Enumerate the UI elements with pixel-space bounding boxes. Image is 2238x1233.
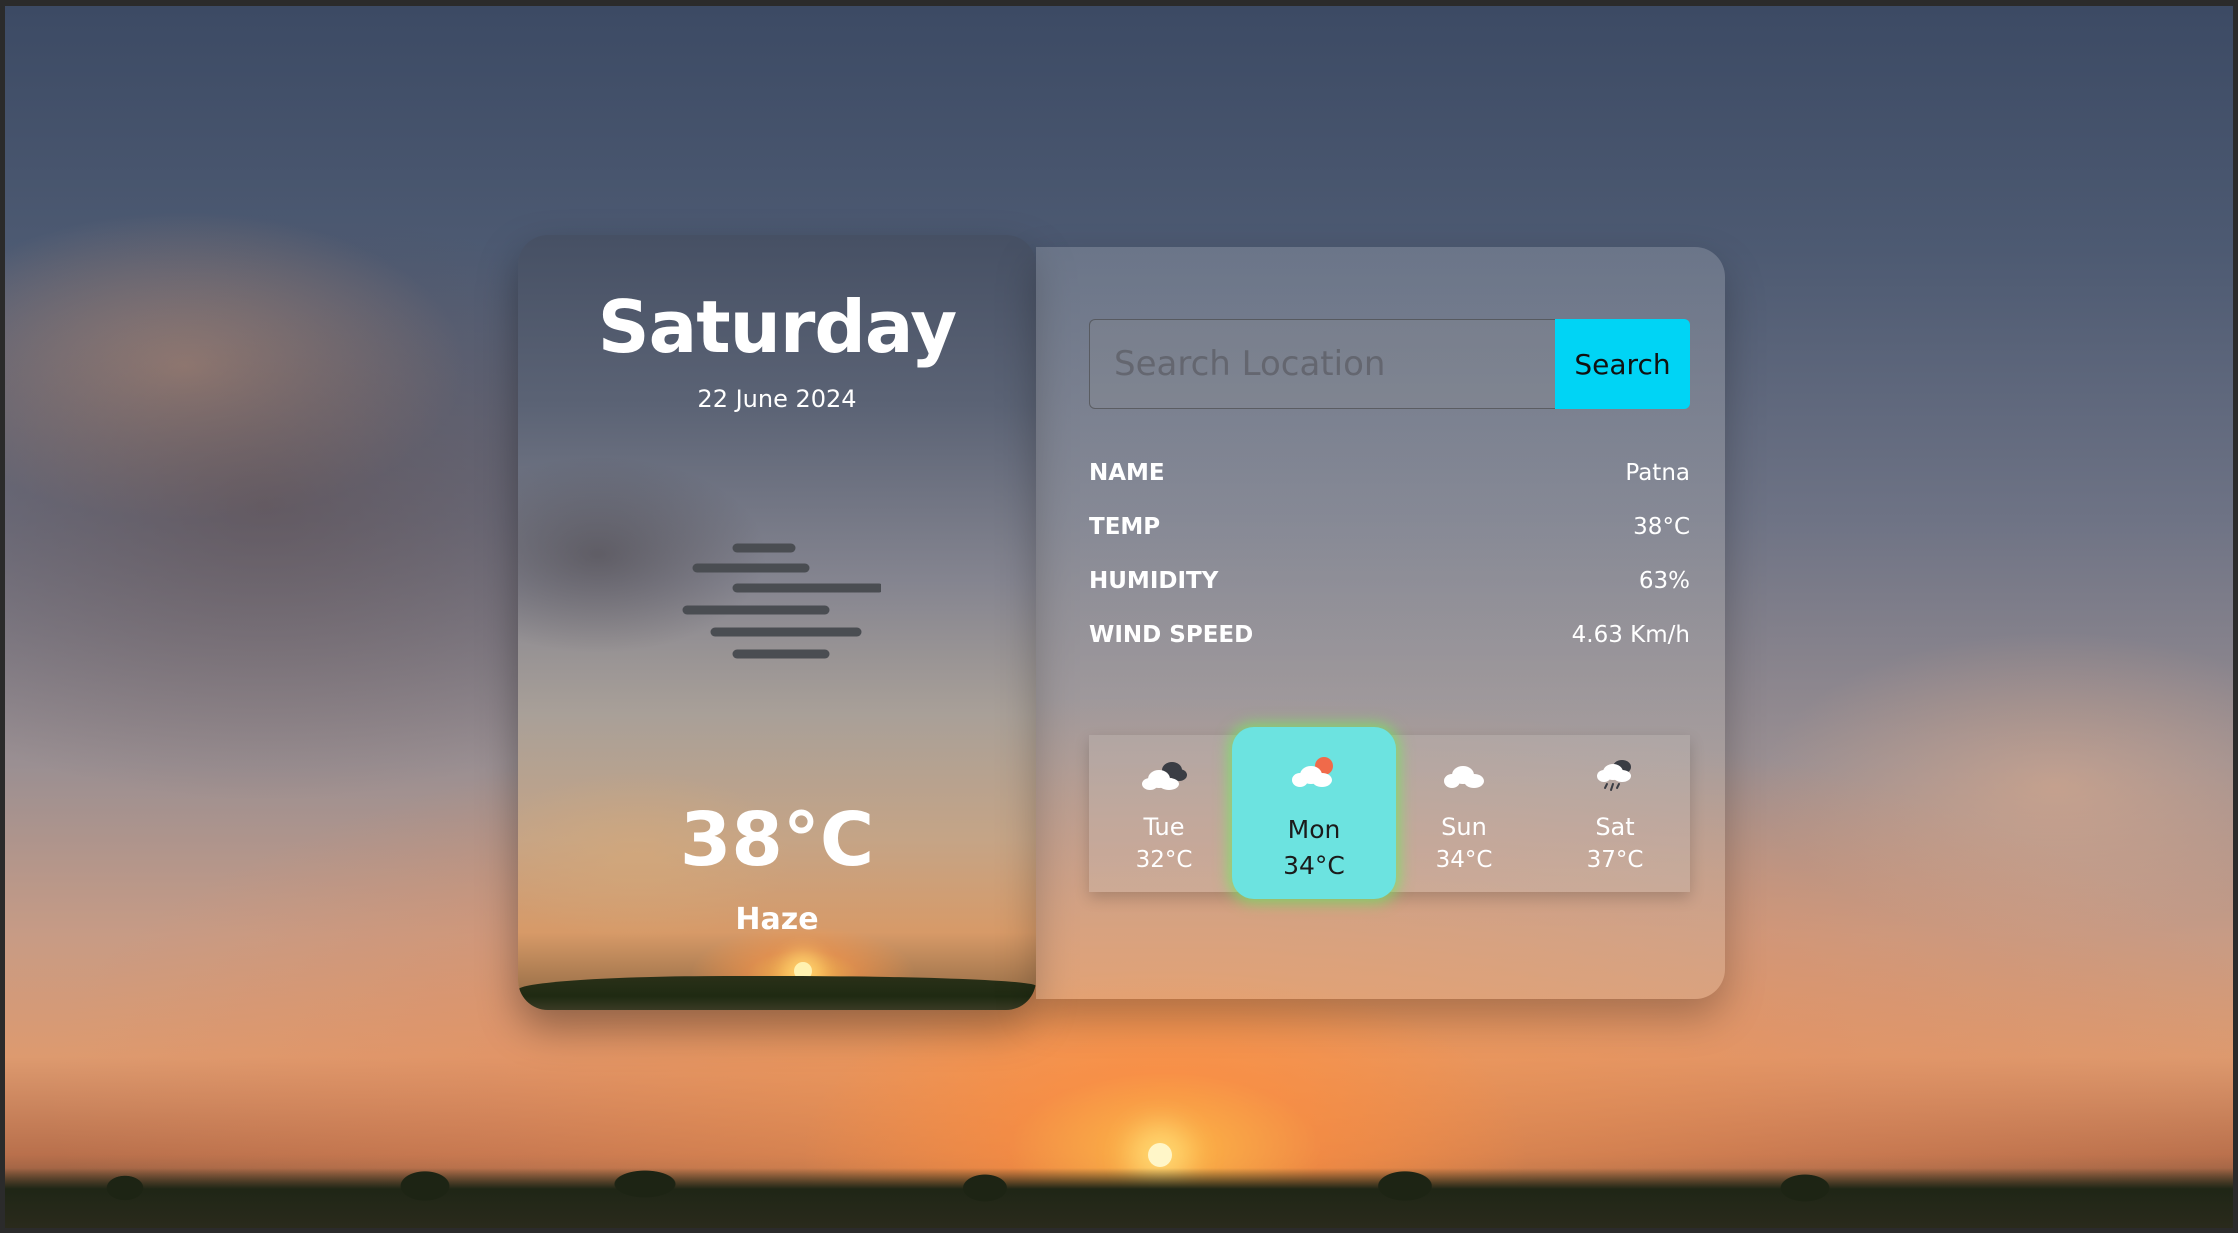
background-sunset: Saturday 22 June 2024 38°C Haze Search N… <box>5 6 2233 1228</box>
forecast-day-mon[interactable]: Mon 34°C <box>1232 727 1396 899</box>
card-ground <box>518 976 1036 1010</box>
current-weather-card: Saturday 22 June 2024 38°C Haze <box>518 235 1036 1010</box>
forecast-day-temp: 34°C <box>1435 847 1493 873</box>
detail-label: WIND SPEED <box>1089 622 1254 648</box>
forecast-day-temp: 34°C <box>1283 851 1345 880</box>
details-panel: Search NAME Patna TEMP 38°C HUMIDITY 63%… <box>1036 247 1725 999</box>
detail-value: 63% <box>1638 568 1690 594</box>
detail-label: NAME <box>1089 460 1165 486</box>
search-button[interactable]: Search <box>1555 319 1690 409</box>
forecast-day-sat[interactable]: Sat 37°C <box>1540 735 1690 892</box>
weather-condition: Haze <box>735 902 819 937</box>
date-text: 22 June 2024 <box>697 385 857 413</box>
forecast-day-temp: 37°C <box>1586 847 1644 873</box>
partly-cloudy-icon <box>1292 757 1333 787</box>
forecast-strip: Tue 32°C Mon 34°C Sun 34°C Sat 37°C <box>1089 727 1690 899</box>
search-bar: Search <box>1089 319 1690 409</box>
detail-value: 4.63 Km/h <box>1571 622 1690 648</box>
forecast-day-sun[interactable]: Sun 34°C <box>1389 735 1539 892</box>
detail-row-humidity: HUMIDITY 63% <box>1089 564 1690 598</box>
detail-row-name: NAME Patna <box>1089 456 1690 490</box>
forecast-day-name: Mon <box>1287 815 1341 844</box>
forecast-day-temp: 32°C <box>1135 847 1193 873</box>
forecast-day-name: Tue <box>1143 813 1185 841</box>
background-sun <box>1148 1143 1172 1167</box>
haze-icon <box>682 543 881 659</box>
detail-label: HUMIDITY <box>1089 568 1219 594</box>
current-temperature: 38°C <box>679 797 875 883</box>
detail-label: TEMP <box>1089 514 1161 540</box>
forecast-day-name: Sat <box>1595 813 1635 841</box>
detail-row-temp: TEMP 38°C <box>1089 510 1690 544</box>
cloudy-icon <box>1142 762 1187 790</box>
day-title: Saturday <box>597 285 957 369</box>
detail-value: 38°C <box>1633 514 1690 540</box>
search-input[interactable] <box>1089 319 1555 409</box>
forecast-day-name: Sun <box>1441 813 1487 841</box>
forecast-day-tue[interactable]: Tue 32°C <box>1089 735 1239 892</box>
detail-value: Patna <box>1625 460 1690 486</box>
background-treeline <box>5 1168 2233 1228</box>
detail-row-wind-speed: WIND SPEED 4.63 Km/h <box>1089 618 1690 652</box>
cloud-icon <box>1444 766 1484 788</box>
rain-cloud-icon <box>1597 760 1631 791</box>
